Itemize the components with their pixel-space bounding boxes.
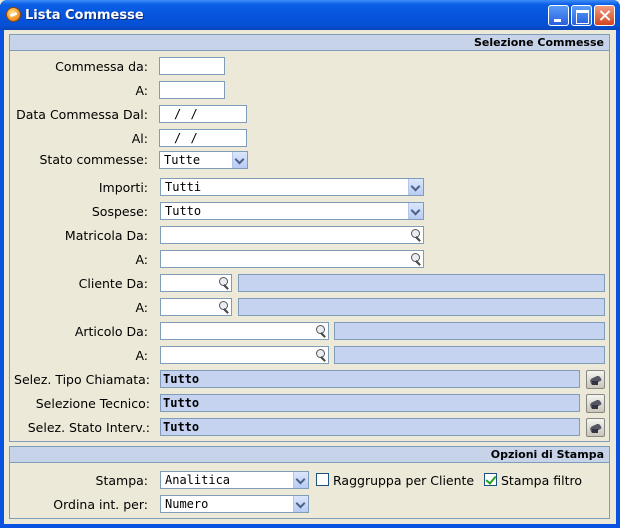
search-icon[interactable]	[313, 348, 327, 362]
ordina-label: Ordina int. per:	[53, 497, 148, 512]
tipo-chiamata-label: Selez. Tipo Chiamata:	[14, 372, 150, 387]
chevron-down-icon[interactable]	[408, 203, 423, 219]
chevron-down-icon[interactable]	[293, 496, 308, 512]
minimize-button[interactable]	[548, 5, 569, 26]
window-client: Selezione Commesse Commessa da: A: Data …	[4, 30, 616, 524]
stampa-label: Stampa:	[95, 473, 148, 488]
raggruppa-checkbox[interactable]	[316, 473, 329, 486]
articolo-da-description	[334, 322, 605, 340]
stato-commesse-select[interactable]: Tutte	[159, 151, 248, 169]
data-al-label: Al:	[131, 131, 148, 146]
articolo-da-input[interactable]	[160, 322, 329, 340]
tipo-chiamata-select-button[interactable]	[586, 370, 605, 389]
importi-value: Tutti	[165, 180, 202, 194]
cliente-a-input[interactable]	[160, 298, 232, 316]
commessa-da-label: Commessa da:	[55, 59, 148, 74]
importi-select[interactable]: Tutti	[160, 178, 424, 196]
chevron-down-icon[interactable]	[232, 152, 247, 168]
commessa-a-label: A:	[135, 83, 148, 98]
app-icon	[6, 7, 21, 22]
sospese-label: Sospese:	[91, 204, 148, 219]
sospese-select[interactable]: Tutto	[160, 202, 424, 220]
cliente-da-label: Cliente Da:	[78, 276, 148, 291]
search-icon[interactable]	[313, 324, 327, 338]
matricola-a-label: A:	[135, 252, 148, 267]
articolo-a-label: A:	[135, 348, 148, 363]
commessa-a-input[interactable]	[159, 81, 225, 99]
window-title: Lista Commesse	[25, 8, 144, 23]
ordina-value: Numero	[165, 497, 209, 511]
articolo-a-input[interactable]	[160, 346, 329, 364]
articolo-a-description	[334, 346, 605, 364]
raggruppa-label[interactable]: Raggruppa per Cliente	[333, 473, 474, 488]
chevron-down-icon[interactable]	[408, 179, 423, 195]
cliente-da-input[interactable]	[160, 274, 232, 292]
selezione-header: Selezione Commesse	[10, 35, 609, 51]
tipo-chiamata-field: Tutto	[160, 370, 580, 388]
matricola-da-label: Matricola Da:	[64, 228, 148, 243]
stato-interv-field: Tutto	[160, 418, 580, 436]
stato-interv-select-button[interactable]	[586, 418, 605, 437]
commessa-da-input[interactable]	[159, 57, 225, 75]
stato-commesse-label: Stato commesse:	[39, 152, 148, 167]
cliente-da-description	[238, 274, 605, 292]
close-button[interactable]	[594, 5, 615, 26]
stato-commesse-value: Tutte	[164, 153, 201, 167]
tecnico-label: Selezione Tecnico:	[35, 396, 150, 411]
window: Lista Commesse Selezione Commesse Commes…	[0, 0, 620, 528]
stampa-value: Analitica	[165, 473, 231, 487]
importi-label: Importi:	[98, 180, 148, 195]
tecnico-select-button[interactable]	[586, 394, 605, 413]
title-bar[interactable]: Lista Commesse	[0, 0, 620, 30]
maximize-button[interactable]	[571, 5, 592, 26]
cliente-a-label: A:	[135, 300, 148, 315]
articolo-da-label: Articolo Da:	[74, 324, 148, 339]
stato-interv-label: Selez. Stato Interv.:	[27, 420, 150, 435]
tecnico-field: Tutto	[160, 394, 580, 412]
matricola-a-input[interactable]	[160, 250, 424, 268]
sospese-value: Tutto	[165, 204, 202, 218]
opzioni-panel: Opzioni di Stampa Stampa: Analitica Ragg…	[9, 446, 610, 519]
chevron-down-icon[interactable]	[293, 472, 308, 488]
data-dal-label: Data Commessa Dal:	[16, 107, 148, 122]
data-dal-input[interactable]: / /	[159, 105, 247, 123]
search-icon[interactable]	[408, 228, 422, 242]
stampa-filtro-checkbox[interactable]	[484, 473, 497, 486]
search-icon[interactable]	[216, 300, 230, 314]
data-al-input[interactable]: / /	[159, 129, 247, 147]
ordina-select[interactable]: Numero	[160, 495, 309, 513]
stampa-filtro-label[interactable]: Stampa filtro	[501, 473, 582, 488]
cliente-a-description	[238, 298, 605, 316]
selezione-panel: Selezione Commesse Commessa da: A: Data …	[9, 34, 610, 442]
search-icon[interactable]	[216, 276, 230, 290]
search-icon[interactable]	[408, 252, 422, 266]
matricola-da-input[interactable]	[160, 226, 424, 244]
stampa-select[interactable]: Analitica	[160, 471, 309, 489]
opzioni-header: Opzioni di Stampa	[10, 447, 609, 463]
